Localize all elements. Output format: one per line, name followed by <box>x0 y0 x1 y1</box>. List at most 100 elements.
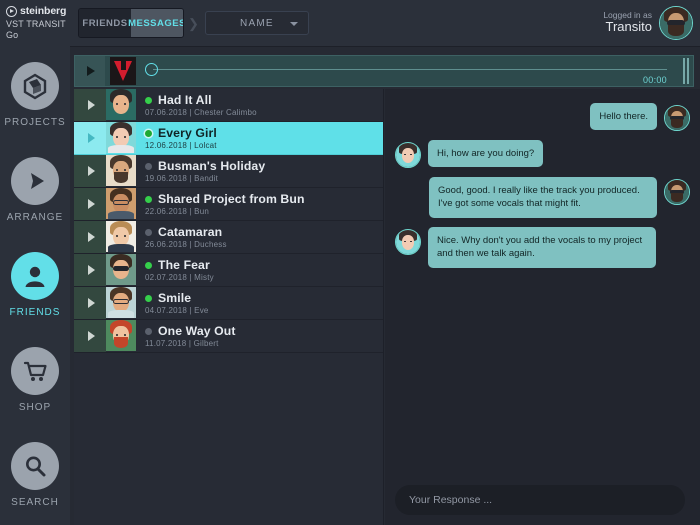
avatar <box>106 221 136 252</box>
chevron-right-icon: ❯ <box>188 15 199 31</box>
track-title: Had It All <box>158 93 212 107</box>
chevron-right-icon[interactable] <box>74 155 106 187</box>
track-subtitle: 11.07.2018 | Gilbert <box>145 339 219 348</box>
header-tabs: FRIENDS MESSAGES <box>78 8 184 38</box>
avatar[interactable] <box>659 6 693 40</box>
sidebar-item-search[interactable]: SEARCH <box>0 427 70 522</box>
cube-icon <box>11 61 59 110</box>
table-row[interactable]: One Way Out 11.07.2018 | Gilbert <box>74 320 383 353</box>
name-filter-label: NAME <box>240 17 274 29</box>
user-info[interactable]: Logged in as Transito <box>603 6 693 40</box>
sidebar-item-friends[interactable]: FRIENDS <box>0 237 70 332</box>
table-row[interactable]: The Fear 02.07.2018 | Misty <box>74 254 383 287</box>
avatar[interactable] <box>395 142 421 168</box>
table-row[interactable]: Had It All 07.06.2018 | Chester Calimbo <box>74 89 383 122</box>
avatar <box>106 254 136 285</box>
table-row[interactable]: Catamaran 26.06.2018 | Duchess <box>74 221 383 254</box>
sidebar-item-arrange[interactable]: ARRANGE <box>0 142 70 237</box>
chevron-right-icon[interactable] <box>74 188 106 220</box>
avatar <box>106 287 136 318</box>
status-badge <box>145 195 152 203</box>
vst-transit-go-window: steinberg VST TRANSIT Go FRIENDS MESSAGE… <box>0 0 700 525</box>
top-bar: steinberg VST TRANSIT Go FRIENDS MESSAGE… <box>0 0 700 47</box>
tab-messages[interactable]: MESSAGES <box>128 9 183 37</box>
status-badge <box>145 261 152 269</box>
track-subtitle: 12.06.2018 | Lolcat <box>145 141 217 150</box>
timeline-handle[interactable] <box>145 63 158 76</box>
chevron-down-icon <box>289 21 298 26</box>
table-row[interactable]: Busman's Holiday 19.06.2018 | Bandit <box>74 155 383 188</box>
sidebar-label-arrange: ARRANGE <box>6 211 64 223</box>
chevron-right-icon[interactable] <box>74 287 106 319</box>
track-subtitle: 19.06.2018 | Bandit <box>145 174 219 183</box>
track-title: Busman's Holiday <box>158 159 266 173</box>
cart-icon <box>11 346 59 395</box>
list-item: Hello there. <box>395 103 690 131</box>
sidebar-item-projects[interactable]: PROJECTS <box>0 47 70 142</box>
track-subtitle: 04.07.2018 | Eve <box>145 306 209 315</box>
chevron-right-icon[interactable] <box>74 122 106 154</box>
chevron-right-icon[interactable] <box>74 221 106 253</box>
magnifier-icon <box>11 441 59 490</box>
track-subtitle: 07.06.2018 | Chester Calimbo <box>145 108 257 117</box>
track-title: Catamaran <box>158 225 223 239</box>
play-icon <box>11 156 59 205</box>
track-artwork <box>110 57 136 85</box>
player-bar: 00:00 <box>74 55 694 87</box>
avatar[interactable] <box>395 228 421 255</box>
sidebar-label-projects: PROJECTS <box>4 116 66 128</box>
status-badge <box>145 96 152 104</box>
status-badge <box>145 228 152 236</box>
message-bubble: Good, good. I really like the track you … <box>429 177 657 218</box>
brand-name: steinberg <box>20 5 67 17</box>
player-timeline[interactable]: 00:00 <box>139 56 679 86</box>
sidebar-label-friends: FRIENDS <box>9 306 61 318</box>
chat-panel: Hello there. Hi, how are you doing? Good… <box>385 89 700 525</box>
status-badge <box>145 162 152 170</box>
sidebar-label-shop: SHOP <box>18 401 52 413</box>
track-title: One Way Out <box>158 324 236 338</box>
sidebar-item-shop[interactable]: SHOP <box>0 332 70 427</box>
pause-bars-icon[interactable] <box>679 56 693 86</box>
track-title: Smile <box>158 291 192 305</box>
play-circle-icon <box>6 5 17 17</box>
timeline-track <box>153 69 667 70</box>
chevron-right-icon[interactable] <box>74 320 106 352</box>
avatar <box>106 89 136 120</box>
table-row[interactable]: Smile 04.07.2018 | Eve <box>74 287 383 320</box>
list-item: Nice. Why don't you add the vocals to my… <box>395 226 690 268</box>
message-bubble: Hello there. <box>590 103 657 131</box>
sidebar-label-search: SEARCH <box>11 496 59 508</box>
track-subtitle: 26.06.2018 | Duchess <box>145 240 227 249</box>
chevron-right-icon[interactable] <box>74 254 106 286</box>
track-subtitle: 02.07.2018 | Misty <box>145 273 214 282</box>
brand-logo: steinberg VST TRANSIT Go <box>0 0 70 47</box>
track-subtitle: 22.06.2018 | Bun <box>145 207 210 216</box>
table-row[interactable]: Every Girl 12.06.2018 | Lolcat <box>74 122 383 155</box>
player-timecode: 00:00 <box>642 75 667 85</box>
name-filter-dropdown[interactable]: NAME <box>204 11 309 35</box>
track-title: Every Girl <box>158 126 217 140</box>
track-title: The Fear <box>158 258 210 272</box>
user-name: Transito <box>605 19 652 35</box>
avatar <box>106 122 136 153</box>
message-bubble: Nice. Why don't you add the vocals to my… <box>428 226 656 268</box>
person-icon <box>11 251 59 300</box>
response-input[interactable]: Your Response ... <box>395 485 685 515</box>
avatar[interactable] <box>664 179 690 205</box>
response-placeholder: Your Response ... <box>409 494 493 506</box>
avatar[interactable] <box>664 105 690 131</box>
friends-track-list[interactable]: Had It All 07.06.2018 | Chester Calimbo … <box>74 89 384 525</box>
status-badge <box>145 294 152 302</box>
sidebar: PROJECTS ARRANGE FRIENDS SHOP SEARCH <box>0 47 70 525</box>
avatar <box>106 320 136 351</box>
player-play-button[interactable] <box>75 56 105 86</box>
avatar <box>106 188 136 219</box>
message-bubble: Hi, how are you doing? <box>428 140 544 168</box>
status-badge <box>145 129 152 137</box>
chevron-right-icon[interactable] <box>74 89 106 121</box>
status-badge <box>145 327 152 335</box>
table-row[interactable]: Shared Project from Bun 22.06.2018 | Bun <box>74 188 383 221</box>
product-name: VST TRANSIT Go <box>6 19 66 41</box>
tab-friends[interactable]: FRIENDS <box>79 9 131 37</box>
